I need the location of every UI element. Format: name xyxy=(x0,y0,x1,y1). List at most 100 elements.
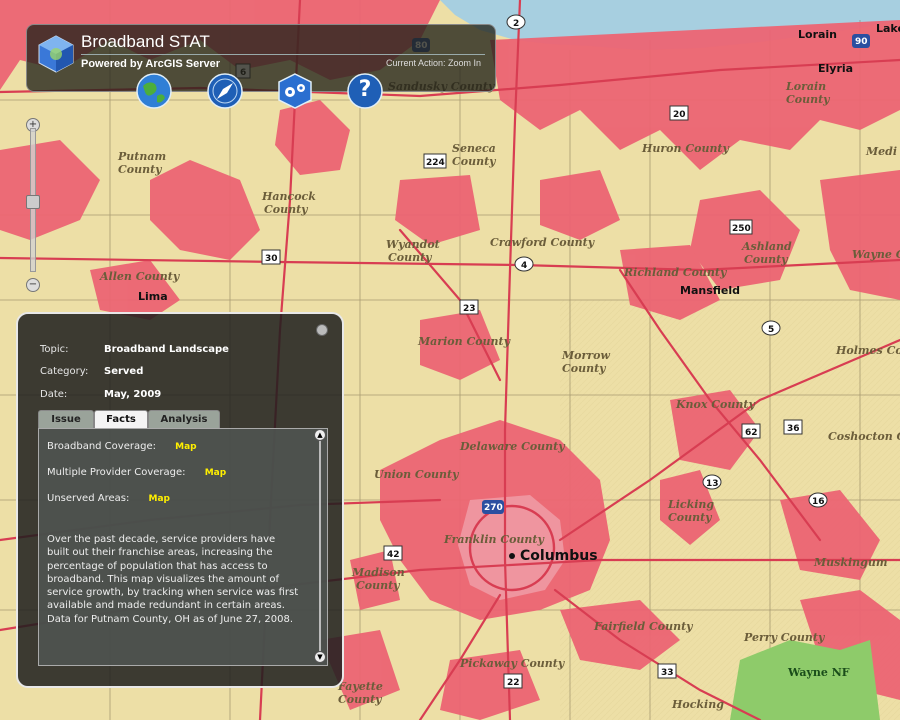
svg-text:2: 2 xyxy=(513,19,519,29)
county-label-knox: Knox County xyxy=(675,398,756,411)
county-label-delaware: Delaware County xyxy=(459,440,566,453)
county-label-fayette: Fayette xyxy=(337,680,383,693)
svg-text:30: 30 xyxy=(265,254,278,264)
city-dot-columbus xyxy=(509,553,515,559)
multiple-provider-map-link[interactable]: Map xyxy=(205,468,226,478)
shield-us30: 30 xyxy=(261,249,281,265)
shield-us33: 33 xyxy=(657,663,677,679)
county-label-crawford: Crawford County xyxy=(490,236,596,249)
current-action-status: Current Action: Zoom In xyxy=(385,58,481,68)
topic-label: Topic: xyxy=(40,344,69,355)
info-panel: Topic: Broadband Landscape Category: Ser… xyxy=(16,312,344,688)
shield-us23: 23 xyxy=(459,299,479,315)
fact-label: Broadband Coverage: xyxy=(47,441,156,452)
fact-label: Multiple Provider Coverage: xyxy=(47,467,186,478)
app-header: Broadband STAT Powered by ArcGIS Server … xyxy=(26,24,496,92)
county-label-lorain-2: County xyxy=(786,93,831,106)
fact-row-broadband-coverage: Broadband Coverage: Map xyxy=(47,441,197,452)
county-label-medina: Medi xyxy=(865,145,897,158)
svg-text:270: 270 xyxy=(484,503,503,513)
shield-sr13: 13 xyxy=(702,474,722,490)
svg-text:5: 5 xyxy=(768,325,774,335)
city-label-lima: Lima xyxy=(138,290,168,303)
facts-description: Over the past decade, service providers … xyxy=(47,534,299,625)
tab-analysis[interactable]: Analysis xyxy=(148,410,220,429)
shield-us224: 224 xyxy=(423,153,447,169)
tab-facts[interactable]: Facts xyxy=(94,410,148,429)
shield-sr16: 16 xyxy=(808,492,828,508)
zoom-out-button[interactable]: − xyxy=(26,278,40,292)
category-value: Served xyxy=(104,366,144,377)
shield-us36: 36 xyxy=(783,419,803,435)
county-label-richland: Richland County xyxy=(623,266,728,279)
fact-row-multiple-provider: Multiple Provider Coverage: Map xyxy=(47,467,226,478)
shield-us20: 20 xyxy=(669,105,689,121)
county-label-franklin: Franklin County xyxy=(443,533,546,546)
category-label: Category: xyxy=(40,366,89,377)
globe-button[interactable] xyxy=(135,72,173,110)
city-label-lake: Lake xyxy=(876,22,900,35)
fact-label: Unserved Areas: xyxy=(47,493,130,504)
svg-text:33: 33 xyxy=(661,668,674,678)
svg-text:90: 90 xyxy=(855,37,868,47)
county-label-fayette-2: County xyxy=(338,693,383,706)
county-label-union: Union County xyxy=(374,468,460,481)
scroll-down-button[interactable]: ▼ xyxy=(314,651,326,663)
county-label-morrow: Morrow xyxy=(561,349,610,362)
county-label-allen: Allen County xyxy=(99,270,181,283)
county-label-ashland: Ashland xyxy=(741,240,792,253)
zoom-slider-handle[interactable] xyxy=(26,195,40,209)
shield-sr4: 4 xyxy=(514,256,534,272)
shield-i90: 90 xyxy=(852,34,870,48)
panel-close-button[interactable] xyxy=(316,324,328,336)
county-label-hocking: Hocking xyxy=(671,698,724,711)
svg-text:23: 23 xyxy=(463,304,476,314)
forest-label-wayne-nf: Wayne NF xyxy=(787,666,850,679)
date-label: Date: xyxy=(40,389,68,400)
county-label-madison: Madison xyxy=(351,566,405,579)
county-label-wyandot-2: County xyxy=(388,251,433,264)
help-button[interactable]: ? xyxy=(346,72,384,110)
county-label-licking: Licking xyxy=(667,498,714,511)
tab-issue[interactable]: Issue xyxy=(38,410,94,429)
county-label-marion: Marion County xyxy=(417,335,512,348)
svg-text:13: 13 xyxy=(706,479,719,489)
county-label-putnam: Putnam xyxy=(117,150,166,163)
county-label-wayne: Wayne Co xyxy=(852,248,900,261)
shield-sr5: 5 xyxy=(761,320,781,336)
shield-us42: 42 xyxy=(383,545,403,561)
city-label-columbus: Columbus xyxy=(520,548,598,564)
shield-us62: 62 xyxy=(741,423,761,439)
svg-text:42: 42 xyxy=(387,550,400,560)
app-logo-cube-icon xyxy=(38,35,74,73)
topic-value: Broadband Landscape xyxy=(104,344,229,355)
unserved-areas-map-link[interactable]: Map xyxy=(149,494,170,504)
scrollbar-track[interactable] xyxy=(319,433,321,659)
county-label-hancock: Hancock xyxy=(261,190,316,203)
county-label-seneca-2: County xyxy=(452,155,497,168)
date-value: May, 2009 xyxy=(104,389,162,400)
county-label-hancock-2: County xyxy=(264,203,309,216)
settings-button[interactable] xyxy=(276,72,314,110)
question-icon: ? xyxy=(358,77,372,102)
county-label-putnam-2: County xyxy=(118,163,163,176)
svg-text:20: 20 xyxy=(673,110,686,120)
svg-text:16: 16 xyxy=(812,497,825,507)
county-label-holmes: Holmes County xyxy=(835,344,900,357)
city-label-elyria: Elyria xyxy=(818,62,853,75)
scroll-up-button[interactable]: ▲ xyxy=(314,429,326,441)
city-label-mansfield: Mansfield xyxy=(680,284,740,297)
county-label-licking-2: County xyxy=(668,511,713,524)
shield-i270: 270 xyxy=(482,500,504,514)
header-divider xyxy=(81,54,485,55)
county-label-madison-2: County xyxy=(356,579,401,592)
county-label-pickaway: Pickaway County xyxy=(459,657,566,670)
county-label-morrow-2: County xyxy=(562,362,607,375)
facts-tab-content: Broadband Coverage: Map Multiple Provide… xyxy=(38,428,328,666)
navigate-button[interactable] xyxy=(206,72,244,110)
broadband-coverage-map-link[interactable]: Map xyxy=(175,442,196,452)
svg-text:4: 4 xyxy=(521,261,527,271)
svg-text:22: 22 xyxy=(507,678,520,688)
fact-row-unserved-areas: Unserved Areas: Map xyxy=(47,493,170,504)
county-label-ashland-2: County xyxy=(744,253,789,266)
